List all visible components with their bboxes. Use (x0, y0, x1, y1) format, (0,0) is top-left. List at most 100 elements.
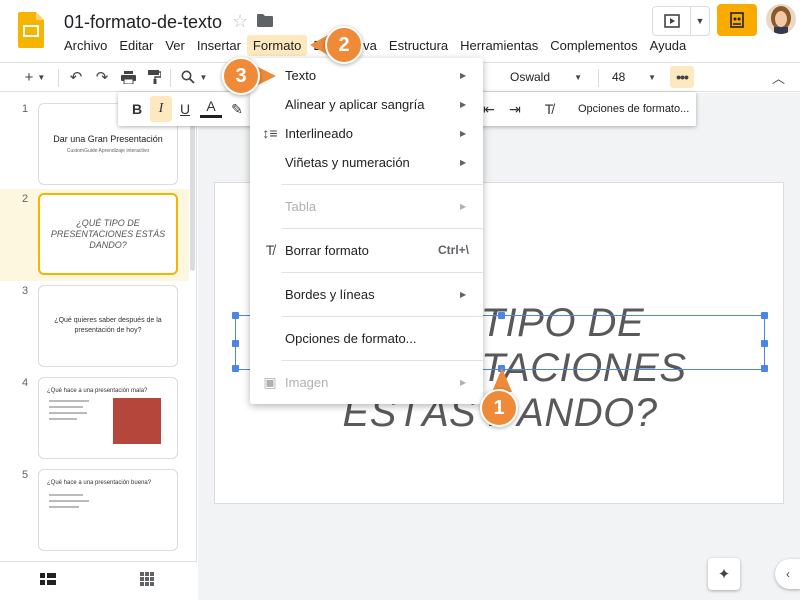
slide-thumbnail-5[interactable]: 5 ¿Qué hace a una presentación buena? (0, 465, 189, 557)
underline-button[interactable]: U (174, 96, 196, 122)
menu-item-label: Interlineado (285, 125, 353, 141)
menu-editar[interactable]: Editar (113, 35, 159, 56)
slide-thumbnail-3[interactable]: 3 ¿Qué quieres saber después de la prese… (0, 281, 189, 373)
slide-number: 1 (22, 103, 29, 115)
menu-item-label: Imagen (285, 374, 329, 390)
font-size-select[interactable]: 48 ▼ (606, 63, 662, 91)
menu-item-label: Tabla (285, 198, 317, 214)
menu-complementos[interactable]: Complementos (544, 35, 643, 56)
submenu-arrow-icon: ▶ (460, 289, 467, 299)
thumbnail[interactable]: ¿Qué quieres saber después de la present… (38, 285, 178, 367)
thumbnail[interactable]: ¿Qué hace a una presentación mala? (38, 377, 178, 459)
menu-item-bordes[interactable]: Bordes y líneas ▶ (250, 279, 483, 309)
menu-archivo[interactable]: Archivo (58, 35, 113, 56)
font-family-value: Oswald (510, 70, 551, 84)
resize-handle[interactable] (232, 340, 239, 347)
menu-item-interlineado[interactable]: ↕≡ Interlineado ▶ (250, 118, 483, 148)
menu-item-vinetas[interactable]: Viñetas y numeración ▶ (250, 147, 483, 177)
resize-handle[interactable] (232, 312, 239, 319)
collapse-toolbar-icon[interactable]: ︿ (772, 63, 785, 91)
font-family-select[interactable]: Oswald ▼ (502, 63, 590, 91)
submenu-arrow-icon: ▶ (460, 201, 467, 211)
thumbnail-title: Dar una Gran Presentación (53, 134, 163, 144)
slide-thumbnail-2[interactable]: 2 ¿QUÉ TIPO DE PRESENTACIONES ESTÁS DAND… (0, 189, 189, 281)
filmstrip-scrollbar[interactable] (190, 101, 195, 271)
more-options-button[interactable]: ••• (670, 66, 694, 88)
filmstrip: 1 Dar una Gran Presentación CustomGuide … (0, 93, 197, 600)
callout-3: 3 (222, 57, 260, 95)
zoom-icon[interactable]: ▼ (176, 63, 212, 91)
slide-number: 5 (22, 469, 29, 481)
slide-thumbnail-4[interactable]: 4 ¿Qué hace a una presentación mala? (0, 373, 189, 465)
thumbnail-photo (113, 398, 161, 444)
resize-handle[interactable] (498, 312, 505, 319)
submenu-arrow-icon: ▶ (460, 128, 467, 138)
avatar[interactable] (766, 4, 796, 34)
format-menu: Texto ▶ Alinear y aplicar sangría ▶ ↕≡ I… (250, 58, 483, 404)
text-color-button[interactable]: A (200, 96, 222, 118)
share-button[interactable] (717, 4, 757, 36)
format-options-button[interactable]: Opciones de formato... (578, 92, 689, 126)
italic-button[interactable]: I (150, 96, 172, 122)
menu-item-borrar-formato[interactable]: T̸ Borrar formato Ctrl+\ (250, 235, 483, 265)
menu-item-label: Bordes y líneas (285, 286, 375, 302)
menu-separator (282, 272, 483, 273)
thumbnail-subtitle: CustomGuide Aprendizaje interactivo (66, 148, 150, 154)
undo-icon[interactable]: ↶ (64, 63, 88, 91)
paint-format-icon[interactable] (142, 63, 166, 91)
menu-item-label: Viñetas y numeración (285, 154, 410, 170)
thumbnail-title: ¿Qué hace a una presentación mala? (47, 388, 148, 394)
callout-2: 2 (325, 26, 363, 64)
increase-indent-icon[interactable]: ⇥ (504, 96, 526, 122)
present-main[interactable] (653, 7, 691, 35)
callout-1: 1 (480, 389, 518, 427)
star-icon[interactable]: ☆ (232, 11, 248, 32)
resize-handle[interactable] (761, 340, 768, 347)
resize-handle[interactable] (232, 365, 239, 372)
line-spacing-icon: ↕≡ (262, 125, 278, 141)
menu-item-alinear[interactable]: Alinear y aplicar sangría ▶ (250, 89, 483, 119)
menu-herramientas[interactable]: Herramientas (454, 35, 544, 56)
clear-formatting-icon[interactable]: T̸ (538, 96, 560, 122)
thumbnail-title: ¿Qué quieres saber después de la present… (54, 317, 162, 334)
font-size-value: 48 (612, 70, 626, 84)
new-slide-icon[interactable]: + ▼ (22, 63, 48, 91)
redo-icon[interactable]: ↷ (90, 63, 114, 91)
submenu-arrow-icon: ▶ (460, 157, 467, 167)
slide-number: 4 (22, 377, 29, 389)
resize-handle[interactable] (761, 365, 768, 372)
menu-separator (282, 360, 483, 361)
slides-logo-icon[interactable] (18, 12, 44, 48)
menu-item-label: Alinear y aplicar sangría (285, 96, 425, 112)
menu-item-texto[interactable]: Texto ▶ (250, 60, 483, 90)
highlight-color-icon[interactable]: ✎ (226, 96, 248, 122)
menu-ver[interactable]: Ver (159, 35, 191, 56)
menu-insertar[interactable]: Insertar (191, 35, 247, 56)
resize-handle[interactable] (761, 312, 768, 319)
slide-number: 3 (22, 285, 29, 297)
bold-button[interactable]: B (126, 96, 148, 122)
present-dropdown-icon[interactable]: ▼ (691, 7, 709, 35)
menu-item-label: Texto (285, 67, 317, 83)
submenu-arrow-icon: ▶ (460, 70, 467, 80)
thumbnail[interactable]: ¿QUÉ TIPO DE PRESENTACIONES ESTÁS DANDO? (38, 193, 178, 275)
menu-estructura[interactable]: Estructura (383, 35, 454, 56)
explore-icon[interactable]: ✦ (708, 558, 740, 590)
menu-ayuda[interactable]: Ayuda (644, 35, 693, 56)
filmstrip-view-icon[interactable] (40, 572, 56, 588)
menu-item-label: Borrar formato (285, 242, 369, 258)
thumbnail[interactable]: ¿Qué hace a una presentación buena? (38, 469, 178, 551)
print-icon[interactable] (116, 63, 140, 91)
menu-formato[interactable]: Formato (246, 34, 308, 56)
menu-item-opciones-formato[interactable]: Opciones de formato... (250, 323, 483, 353)
submenu-arrow-icon: ▶ (460, 377, 467, 387)
grid-view-icon[interactable] (140, 572, 154, 589)
present-button[interactable]: ▼ (652, 6, 710, 36)
folder-icon[interactable] (257, 14, 273, 27)
menu-item-shortcut: Ctrl+\ (437, 243, 469, 257)
menu-item-imagen: ▣ Imagen ▶ (250, 367, 483, 397)
clear-formatting-icon: T̸ (265, 242, 275, 258)
document-title[interactable]: 01-formato-de-texto (64, 12, 222, 33)
share-lock-icon (730, 12, 744, 28)
side-panel-toggle-icon[interactable]: ‹ (775, 559, 800, 589)
